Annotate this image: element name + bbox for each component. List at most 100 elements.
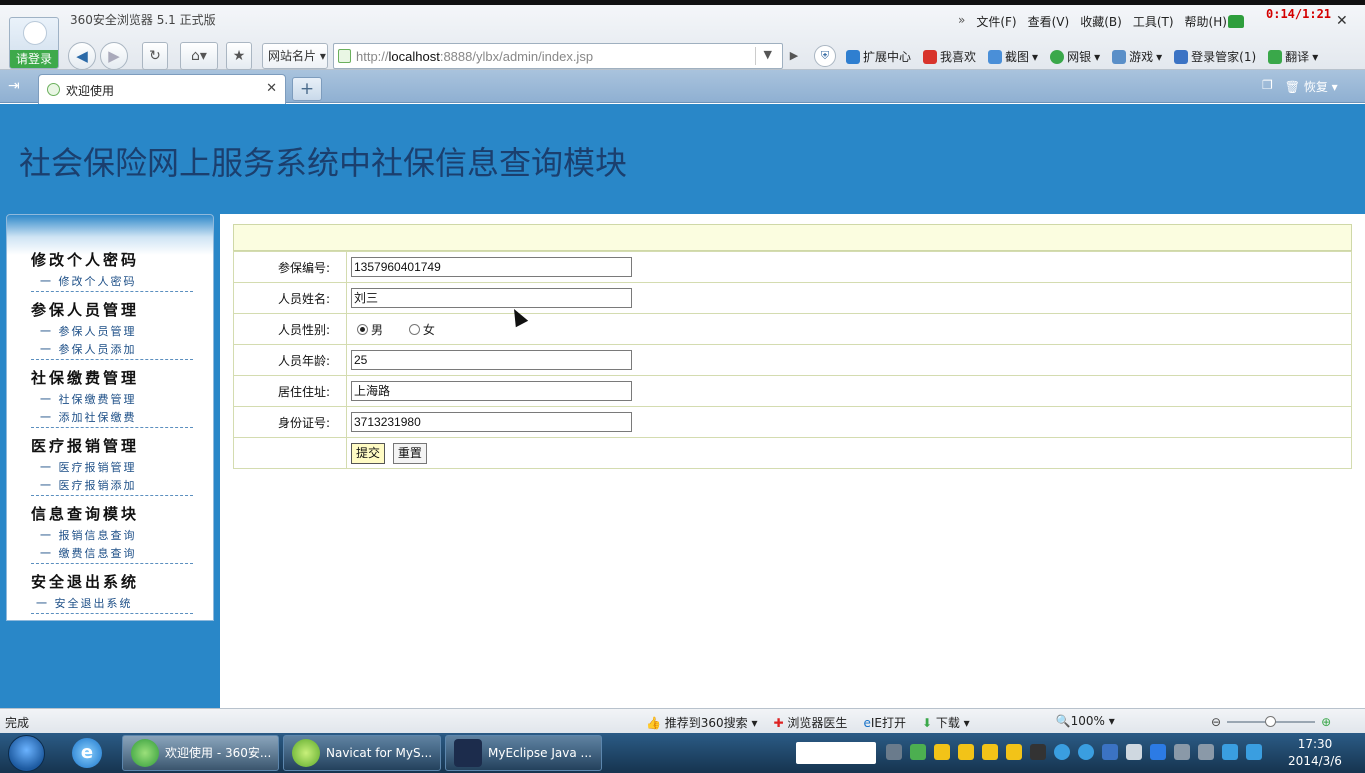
- gender-female-radio[interactable]: 女: [408, 321, 435, 338]
- toolbar-translate-label: 翻译: [1285, 50, 1310, 64]
- menu-help[interactable]: 帮助(H): [1185, 13, 1227, 30]
- name-input[interactable]: 刘三: [351, 288, 632, 308]
- new-tab-button[interactable]: +: [292, 77, 322, 101]
- url-host: localhost: [388, 49, 440, 64]
- window-stack-icon[interactable]: ❐: [1262, 78, 1273, 95]
- tray-app-icon[interactable]: [910, 744, 926, 760]
- menu-favorites[interactable]: 收藏(B): [1080, 13, 1122, 30]
- idcard-label: 身份证号:: [233, 406, 347, 438]
- toolbar-translate[interactable]: 翻译 ▾: [1268, 48, 1318, 65]
- url-text[interactable]: http://localhost:8888/ylbx/admin/index.j…: [356, 49, 593, 64]
- zoom-track[interactable]: [1227, 716, 1316, 727]
- system-clock[interactable]: 17:30 2014/3/6: [1280, 736, 1350, 770]
- close-icon[interactable]: ✕: [266, 81, 277, 96]
- sidebar-item-reimburse-query[interactable]: 一 报销信息查询: [31, 527, 193, 545]
- toolbar-login-manager-label: 登录管家(1): [1191, 50, 1257, 64]
- go-icon[interactable]: ▶: [784, 44, 804, 68]
- browser-doctor-button[interactable]: ✚ 浏览器医生: [774, 714, 848, 731]
- age-input[interactable]: 25: [351, 350, 632, 370]
- zoom-in-icon[interactable]: ⊕: [1321, 715, 1331, 729]
- zoom-knob[interactable]: [1265, 716, 1277, 727]
- extension-toolbar: 扩展中心 我喜欢 截图 ▾ 网银 ▾ 游戏 ▾ 登录管家(1) 翻译 ▾: [846, 48, 1318, 65]
- tray-app-icon[interactable]: [1078, 744, 1094, 760]
- toolbar-extensions[interactable]: 扩展中心: [846, 48, 911, 65]
- start-button[interactable]: [8, 735, 45, 772]
- address-input[interactable]: 上海路: [351, 381, 632, 401]
- shield-icon[interactable]: [1102, 744, 1118, 760]
- refresh-button[interactable]: ↻: [142, 42, 168, 70]
- tray-app-icon[interactable]: [1246, 744, 1262, 760]
- sidebar-item-payment-query[interactable]: 一 缴费信息查询: [31, 545, 193, 563]
- reset-button[interactable]: 重置: [392, 442, 427, 464]
- idcard-cell: 3713231980: [346, 406, 1352, 438]
- plus-icon: +: [299, 79, 315, 99]
- tray-app-icon[interactable]: [1030, 744, 1046, 760]
- ie-open-button[interactable]: eIE打开: [863, 714, 906, 731]
- back-button[interactable]: ◀: [68, 42, 96, 70]
- user-avatar-icon: [23, 21, 47, 45]
- gender-male-radio[interactable]: 男: [357, 321, 383, 338]
- menu-tools[interactable]: 工具(T): [1133, 13, 1174, 30]
- keyboard-icon[interactable]: [886, 744, 902, 760]
- sidebar-item-change-password[interactable]: 一 修改个人密码: [31, 273, 193, 291]
- task-myeclipse[interactable]: MyEclipse Java ...: [445, 735, 602, 771]
- volume-icon[interactable]: [1126, 744, 1142, 760]
- address-bar[interactable]: http://localhost:8888/ylbx/admin/index.j…: [333, 43, 798, 69]
- arrow-right-icon: ▶: [108, 47, 120, 65]
- submit-button[interactable]: 提交: [351, 442, 386, 464]
- home-button[interactable]: ⌂▾: [180, 42, 218, 70]
- qq-icon[interactable]: [1006, 744, 1022, 760]
- bookmark-button[interactable]: ★: [226, 42, 252, 70]
- sidebar-item-insured-add[interactable]: 一 参保人员添加: [31, 341, 193, 359]
- task-navicat[interactable]: Navicat for MyS...: [283, 735, 441, 771]
- tray-app-icon[interactable]: [1198, 744, 1214, 760]
- toolbar-screenshot[interactable]: 截图 ▾: [988, 48, 1038, 65]
- forward-button[interactable]: ▶: [100, 42, 128, 70]
- sidebar-item-payment-add[interactable]: 一 添加社保缴费: [31, 409, 193, 427]
- recommend-search-button[interactable]: 👍 推荐到360搜索 ▾: [646, 714, 758, 731]
- tray-app-icon[interactable]: [1222, 744, 1238, 760]
- skin-icon[interactable]: [1228, 15, 1244, 28]
- clock-date: 2014/3/6: [1288, 754, 1342, 768]
- toolbar-likes[interactable]: 我喜欢: [923, 48, 976, 65]
- qq-icon[interactable]: [958, 744, 974, 760]
- toolbar-bank[interactable]: 网银 ▾: [1050, 48, 1100, 65]
- login-avatar[interactable]: 请登录: [9, 17, 59, 69]
- tab-welcome[interactable]: 欢迎使用 ✕: [38, 74, 286, 104]
- sidebar-section-password: 修改个人密码 一 修改个人密码: [31, 247, 193, 292]
- login-label[interactable]: 请登录: [10, 50, 58, 68]
- task-360-browser[interactable]: 欢迎使用 - 360安...: [122, 735, 279, 771]
- security-icon[interactable]: [1150, 744, 1166, 760]
- tab-page-icon: [47, 83, 60, 96]
- close-window-icon[interactable]: ✕: [1336, 13, 1348, 29]
- tray-app-icon[interactable]: [1054, 744, 1070, 760]
- zoom-slider[interactable]: ⊖ ⊕: [1211, 715, 1331, 729]
- zoom-button[interactable]: 🔍100% ▾: [1056, 714, 1115, 731]
- security-shield-icon[interactable]: ⛨: [814, 45, 836, 67]
- url-history-icon[interactable]: ▼: [764, 48, 772, 61]
- zoom-out-icon[interactable]: ⊖: [1211, 715, 1221, 729]
- sidebar-item-payment-manage[interactable]: 一 社保缴费管理: [31, 391, 193, 409]
- favorites-dropdown[interactable]: 网站名片 ▾: [262, 43, 328, 69]
- radio-checked-icon: [357, 323, 368, 335]
- qq-icon[interactable]: [934, 744, 950, 760]
- toolbar-login-manager[interactable]: 登录管家(1): [1174, 48, 1256, 65]
- menu-expand-icon[interactable]: »: [958, 13, 965, 30]
- network-icon[interactable]: [1174, 744, 1190, 760]
- sidebar-item-medical-manage[interactable]: 一 医疗报销管理: [31, 459, 193, 477]
- qq-icon[interactable]: [982, 744, 998, 760]
- sidebar-toggle-icon[interactable]: ⇥: [8, 78, 20, 94]
- toolbar-games[interactable]: 游戏 ▾: [1112, 48, 1162, 65]
- sidebar-item-logout[interactable]: 一 安全退出系统: [31, 595, 193, 613]
- menu-file[interactable]: 文件(F): [976, 13, 1016, 30]
- sidebar-item-insured-manage[interactable]: 一 参保人员管理: [31, 323, 193, 341]
- menu-view[interactable]: 查看(V): [1028, 13, 1070, 30]
- sidebar-item-medical-add[interactable]: 一 医疗报销添加: [31, 477, 193, 495]
- taskbar-search-box[interactable]: [796, 742, 876, 764]
- download-button[interactable]: ⬇ 下载 ▾: [922, 714, 970, 731]
- restore-button[interactable]: 🗑 恢复 ▾: [1285, 78, 1338, 95]
- internet-explorer-icon[interactable]: e: [72, 738, 102, 768]
- id-input[interactable]: 1357960401749: [351, 257, 632, 277]
- address-label: 居住住址:: [233, 375, 347, 407]
- idcard-input[interactable]: 3713231980: [351, 412, 632, 432]
